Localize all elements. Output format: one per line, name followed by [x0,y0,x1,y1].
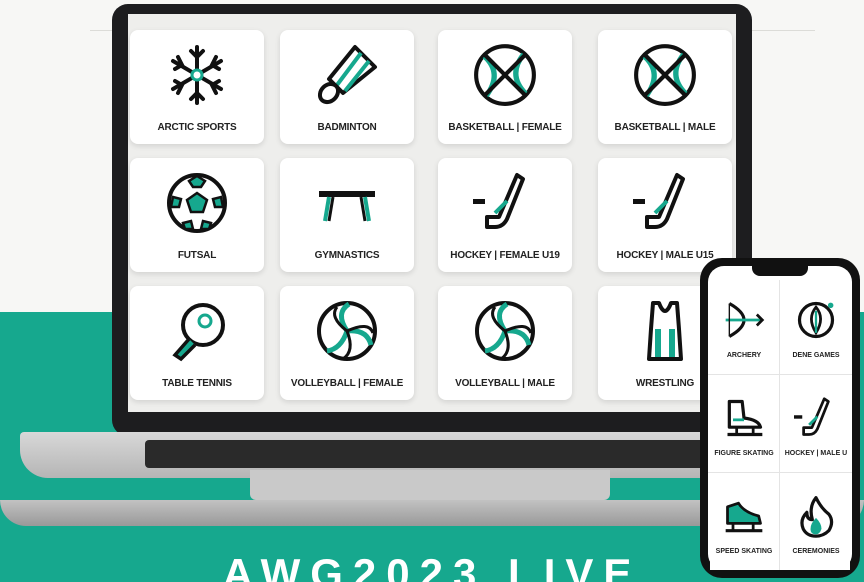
sport-tile-hockey-male-u15[interactable]: HOCKEY | MALE U15 [598,158,732,272]
tile-label: WRESTLING [635,378,695,389]
sport-tile-badminton[interactable]: BADMINTON [280,30,414,144]
promo-stage: ARCTIC SPORTS BADMINTON BASKETBALL | FEM… [0,0,864,582]
paddle-icon [162,296,232,366]
tile-label: ARCTIC SPORTS [157,122,237,133]
snowflake-icon [162,40,232,110]
tile-label: ARCHERY [726,352,762,359]
tile-label: VOLLEYBALL | MALE [455,378,555,389]
sport-tile-hockey-female-u19[interactable]: HOCKEY | FEMALE U19 [438,158,572,272]
balance-beam-icon [312,168,382,238]
sport-tile-volleyball-female[interactable]: VOLLEYBALL | FEMALE [280,286,414,400]
hockey-stick-icon [792,394,840,442]
sport-tile-volleyball-male[interactable]: VOLLEYBALL | MALE [438,286,572,400]
tile-label: FIGURE SKATING [714,450,774,457]
flame-icon [792,492,840,540]
ice-skate-icon [720,394,768,442]
sport-tile-basketball-female[interactable]: BASKETBALL | FEMALE [438,30,572,144]
hockey-stick-icon [630,168,700,238]
laptop-keyboard [145,440,715,468]
sport-tile-arctic-sports[interactable]: ARCTIC SPORTS [130,30,264,144]
banner-title: AWG2023 LIVE [222,550,642,582]
speed-skate-icon [720,492,768,540]
sport-tile-table-tennis[interactable]: TABLE TENNIS [130,286,264,400]
tile-label: HOCKEY | MALE U15 [616,250,714,261]
tile-label: HOCKEY | MALE U [784,450,848,457]
tile-label: VOLLEYBALL | FEMALE [290,378,404,389]
sport-tile-hockey-male[interactable]: HOCKEY | MALE U [782,376,850,472]
sport-tile-basketball-male[interactable]: BASKETBALL | MALE [598,30,732,144]
tile-label: GYMNASTICS [314,250,380,261]
tile-label: BASKETBALL | MALE [614,122,716,133]
sport-tile-gymnastics[interactable]: GYMNASTICS [280,158,414,272]
tile-label: BASKETBALL | FEMALE [448,122,562,133]
volleyball-icon [470,296,540,366]
laptop-trackpad [250,470,610,500]
shuttlecock-icon [312,40,382,110]
volleyball-icon [312,296,382,366]
tile-label: BADMINTON [317,122,377,133]
phone-grid-divider [779,280,780,570]
soccer-ball-icon [162,168,232,238]
sport-tile-futsal[interactable]: FUTSAL [130,158,264,272]
bow-arrow-icon [720,296,768,344]
singlet-icon [630,296,700,366]
phone-grid-divider [708,374,852,375]
phone-notch [752,264,808,276]
basketball-icon [630,40,700,110]
hockey-stick-icon [470,168,540,238]
tile-label: HOCKEY | FEMALE U19 [450,250,560,261]
basketball-icon [470,40,540,110]
feather-icon [792,296,840,344]
tile-label: TABLE TENNIS [162,378,232,389]
tile-label: FUTSAL [177,250,217,261]
phone-grid-divider [708,472,852,473]
sport-tile-figure-skating[interactable]: FIGURE SKATING [710,376,778,472]
sport-tile-archery[interactable]: ARCHERY [710,278,778,374]
sport-tile-dene-games[interactable]: DENE GAMES [782,278,850,374]
tile-label: DENE GAMES [792,352,840,359]
